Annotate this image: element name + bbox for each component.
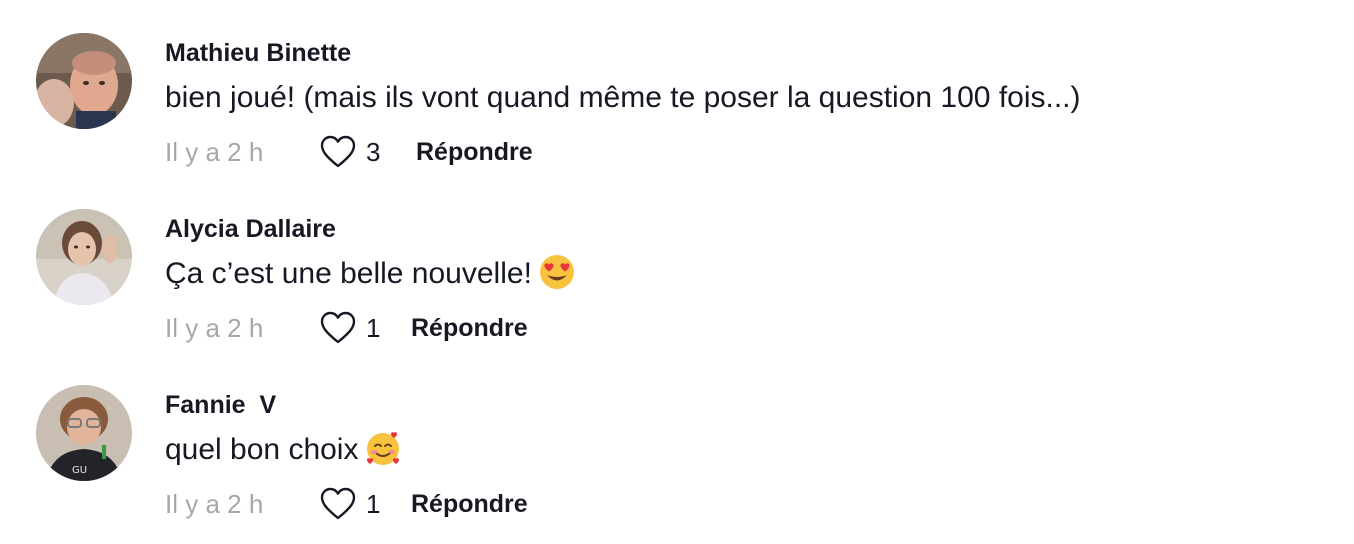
avatar-photo-icon: GU <box>36 385 132 481</box>
comment-text-content: bien joué! (mais ils vont quand même te … <box>165 81 1081 114</box>
smiling-face-with-hearts-emoji-icon <box>364 429 402 467</box>
like-count: 1 <box>366 488 381 519</box>
comment-meta: Il y a 2 h 3 Répondre <box>165 134 533 170</box>
comment-text-content: Ça c’est une belle nouvelle! <box>165 257 532 290</box>
heart-eyes-emoji-icon <box>538 253 576 291</box>
comment-text: Ça c’est une belle nouvelle! <box>165 255 576 294</box>
comment-timestamp: Il y a 2 h <box>165 312 264 343</box>
avatar-photo-icon <box>36 209 132 305</box>
avatar[interactable] <box>36 209 132 305</box>
comment-username[interactable]: Mathieu Binette <box>165 38 351 68</box>
avatar-photo-icon <box>36 33 132 129</box>
like-count: 1 <box>366 312 381 343</box>
reply-button[interactable]: Répondre <box>416 138 533 167</box>
heart-outline-icon <box>320 135 356 168</box>
comment-timestamp: Il y a 2 h <box>165 136 264 167</box>
comment-text-content: quel bon choix <box>165 433 359 466</box>
svg-text:GU: GU <box>72 465 87 476</box>
comment-item: Alycia Dallaire Ça c’est une belle nouve… <box>0 176 1354 352</box>
comment-username[interactable]: Alycia Dallaire <box>165 214 336 244</box>
reply-button[interactable]: Répondre <box>411 314 528 343</box>
comment-meta: Il y a 2 h 1 Répondre <box>165 310 528 346</box>
comment-username[interactable]: Fannie V <box>165 390 276 420</box>
comment-text: bien joué! (mais ils vont quand même te … <box>165 79 1081 117</box>
heart-outline-icon <box>320 487 356 520</box>
comment-item: Mathieu Binette bien joué! (mais ils von… <box>0 0 1354 176</box>
avatar[interactable]: GU <box>36 385 132 481</box>
reply-button[interactable]: Répondre <box>411 490 528 519</box>
heart-outline-icon <box>320 311 356 344</box>
like-button[interactable]: 3 <box>320 135 416 169</box>
like-button[interactable]: 1 <box>320 487 416 521</box>
like-count: 3 <box>366 136 381 167</box>
comment-text: quel bon choix <box>165 431 402 470</box>
like-button[interactable]: 1 <box>320 311 416 345</box>
comment-item: GU Fannie V quel bon choix Il y a 2 h 1 … <box>0 352 1354 528</box>
comment-timestamp: Il y a 2 h <box>165 488 264 519</box>
avatar[interactable] <box>36 33 132 129</box>
comment-meta: Il y a 2 h 1 Répondre <box>165 486 528 522</box>
